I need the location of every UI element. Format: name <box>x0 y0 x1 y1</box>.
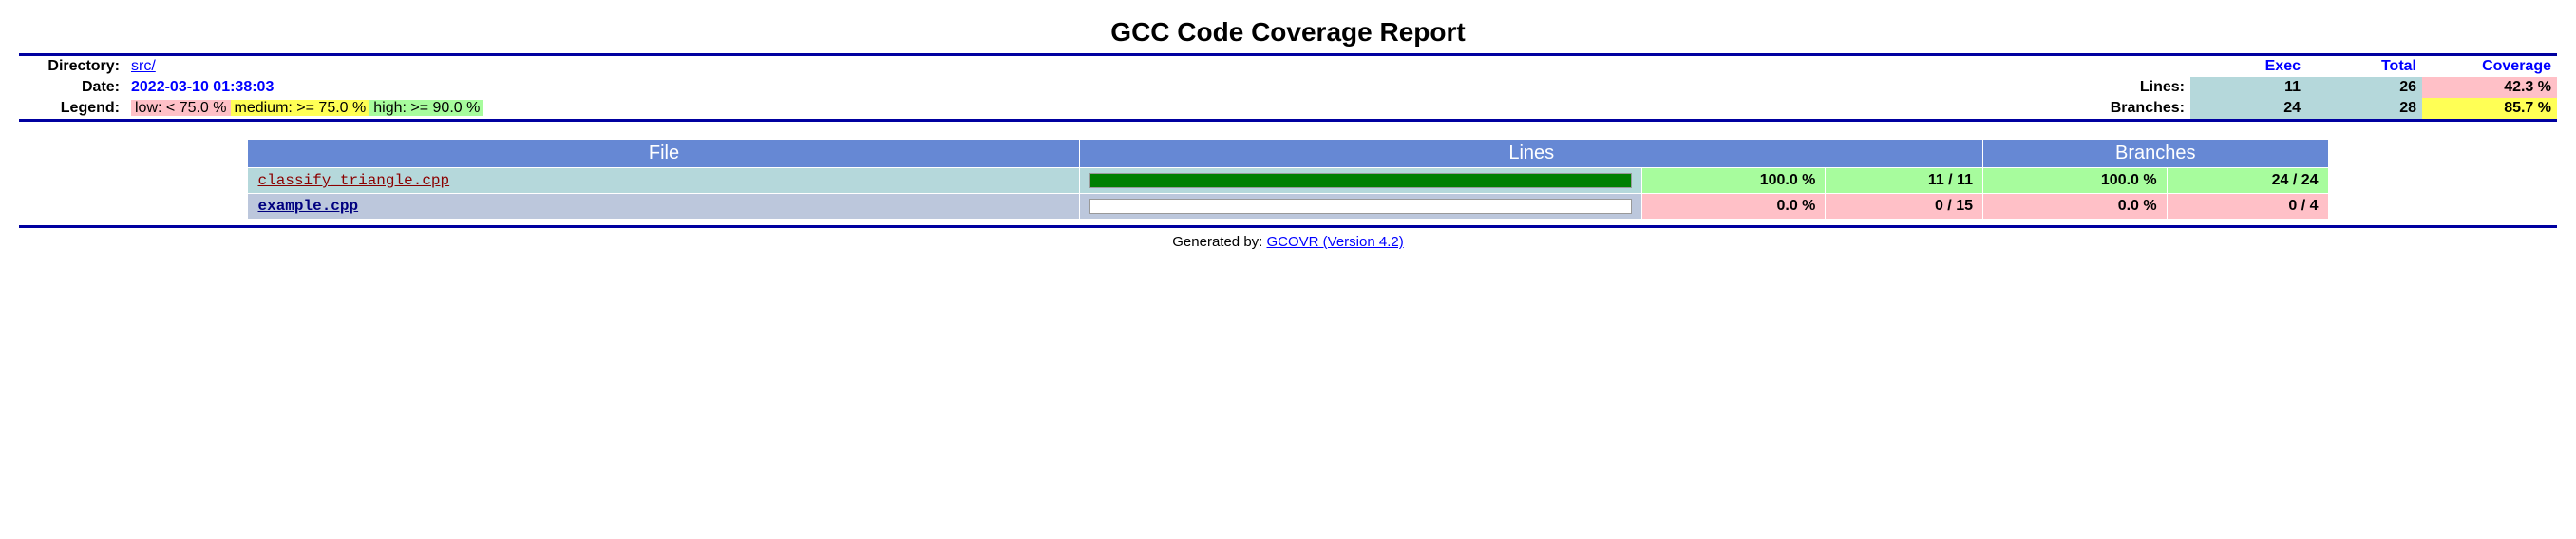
lines-total: 26 <box>2306 77 2422 98</box>
th-file: File <box>248 140 1080 168</box>
col-exec: Exec <box>2190 56 2306 77</box>
footer: Generated by: GCOVR (Version 4.2) <box>19 234 2557 250</box>
date-value: 2022-03-10 01:38:03 <box>125 77 1141 98</box>
footer-prefix: Generated by: <box>1172 234 1266 250</box>
line-count: 0 / 15 <box>1826 194 1983 220</box>
legend-low: low: < 75.0 % <box>131 100 231 116</box>
files-table: File Lines Branches classify_triangle.cp… <box>247 139 2328 220</box>
divider <box>19 225 2557 228</box>
th-branches: Branches <box>1982 140 2328 168</box>
col-coverage: Coverage <box>2422 56 2557 77</box>
file-link[interactable]: classify_triangle.cpp <box>257 172 449 189</box>
lines-exec: 11 <box>2190 77 2306 98</box>
line-pct: 0.0 % <box>1641 194 1826 220</box>
table-row: example.cpp0.0 %0 / 150.0 %0 / 4 <box>248 194 2328 220</box>
gcovr-link[interactable]: GCOVR (Version 4.2) <box>1267 234 1404 250</box>
branches-total: 28 <box>2306 98 2422 119</box>
lines-label: Lines: <box>1141 77 2190 98</box>
branch-count: 0 / 4 <box>2167 194 2328 220</box>
legend-values: low: < 75.0 %medium: >= 75.0 %high: >= 9… <box>125 98 1141 119</box>
page-title: GCC Code Coverage Report <box>19 17 2557 48</box>
file-link[interactable]: example.cpp <box>257 198 358 215</box>
coverage-bar <box>1089 173 1631 188</box>
divider <box>19 119 2557 122</box>
branches-label: Branches: <box>1141 98 2190 119</box>
branch-count: 24 / 24 <box>2167 168 2328 194</box>
coverage-bar <box>1089 199 1631 214</box>
line-count: 11 / 11 <box>1826 168 1983 194</box>
date-label: Date: <box>19 77 125 98</box>
col-total: Total <box>2306 56 2422 77</box>
legend-label: Legend: <box>19 98 125 119</box>
directory-label: Directory: <box>19 56 125 77</box>
table-row: classify_triangle.cpp 100.0 %11 / 11100.0… <box>248 168 2328 194</box>
summary-table: Directory: src/ Exec Total Coverage Date… <box>19 56 2557 119</box>
branches-coverage: 85.7 % <box>2422 98 2557 119</box>
th-lines: Lines <box>1080 140 1983 168</box>
legend-med: medium: >= 75.0 % <box>231 100 370 116</box>
branches-exec: 24 <box>2190 98 2306 119</box>
branch-pct: 100.0 % <box>1982 168 2167 194</box>
directory-link[interactable]: src/ <box>131 58 156 74</box>
line-pct: 100.0 % <box>1641 168 1826 194</box>
lines-coverage: 42.3 % <box>2422 77 2557 98</box>
branch-pct: 0.0 % <box>1982 194 2167 220</box>
legend-high: high: >= 90.0 % <box>369 100 483 116</box>
